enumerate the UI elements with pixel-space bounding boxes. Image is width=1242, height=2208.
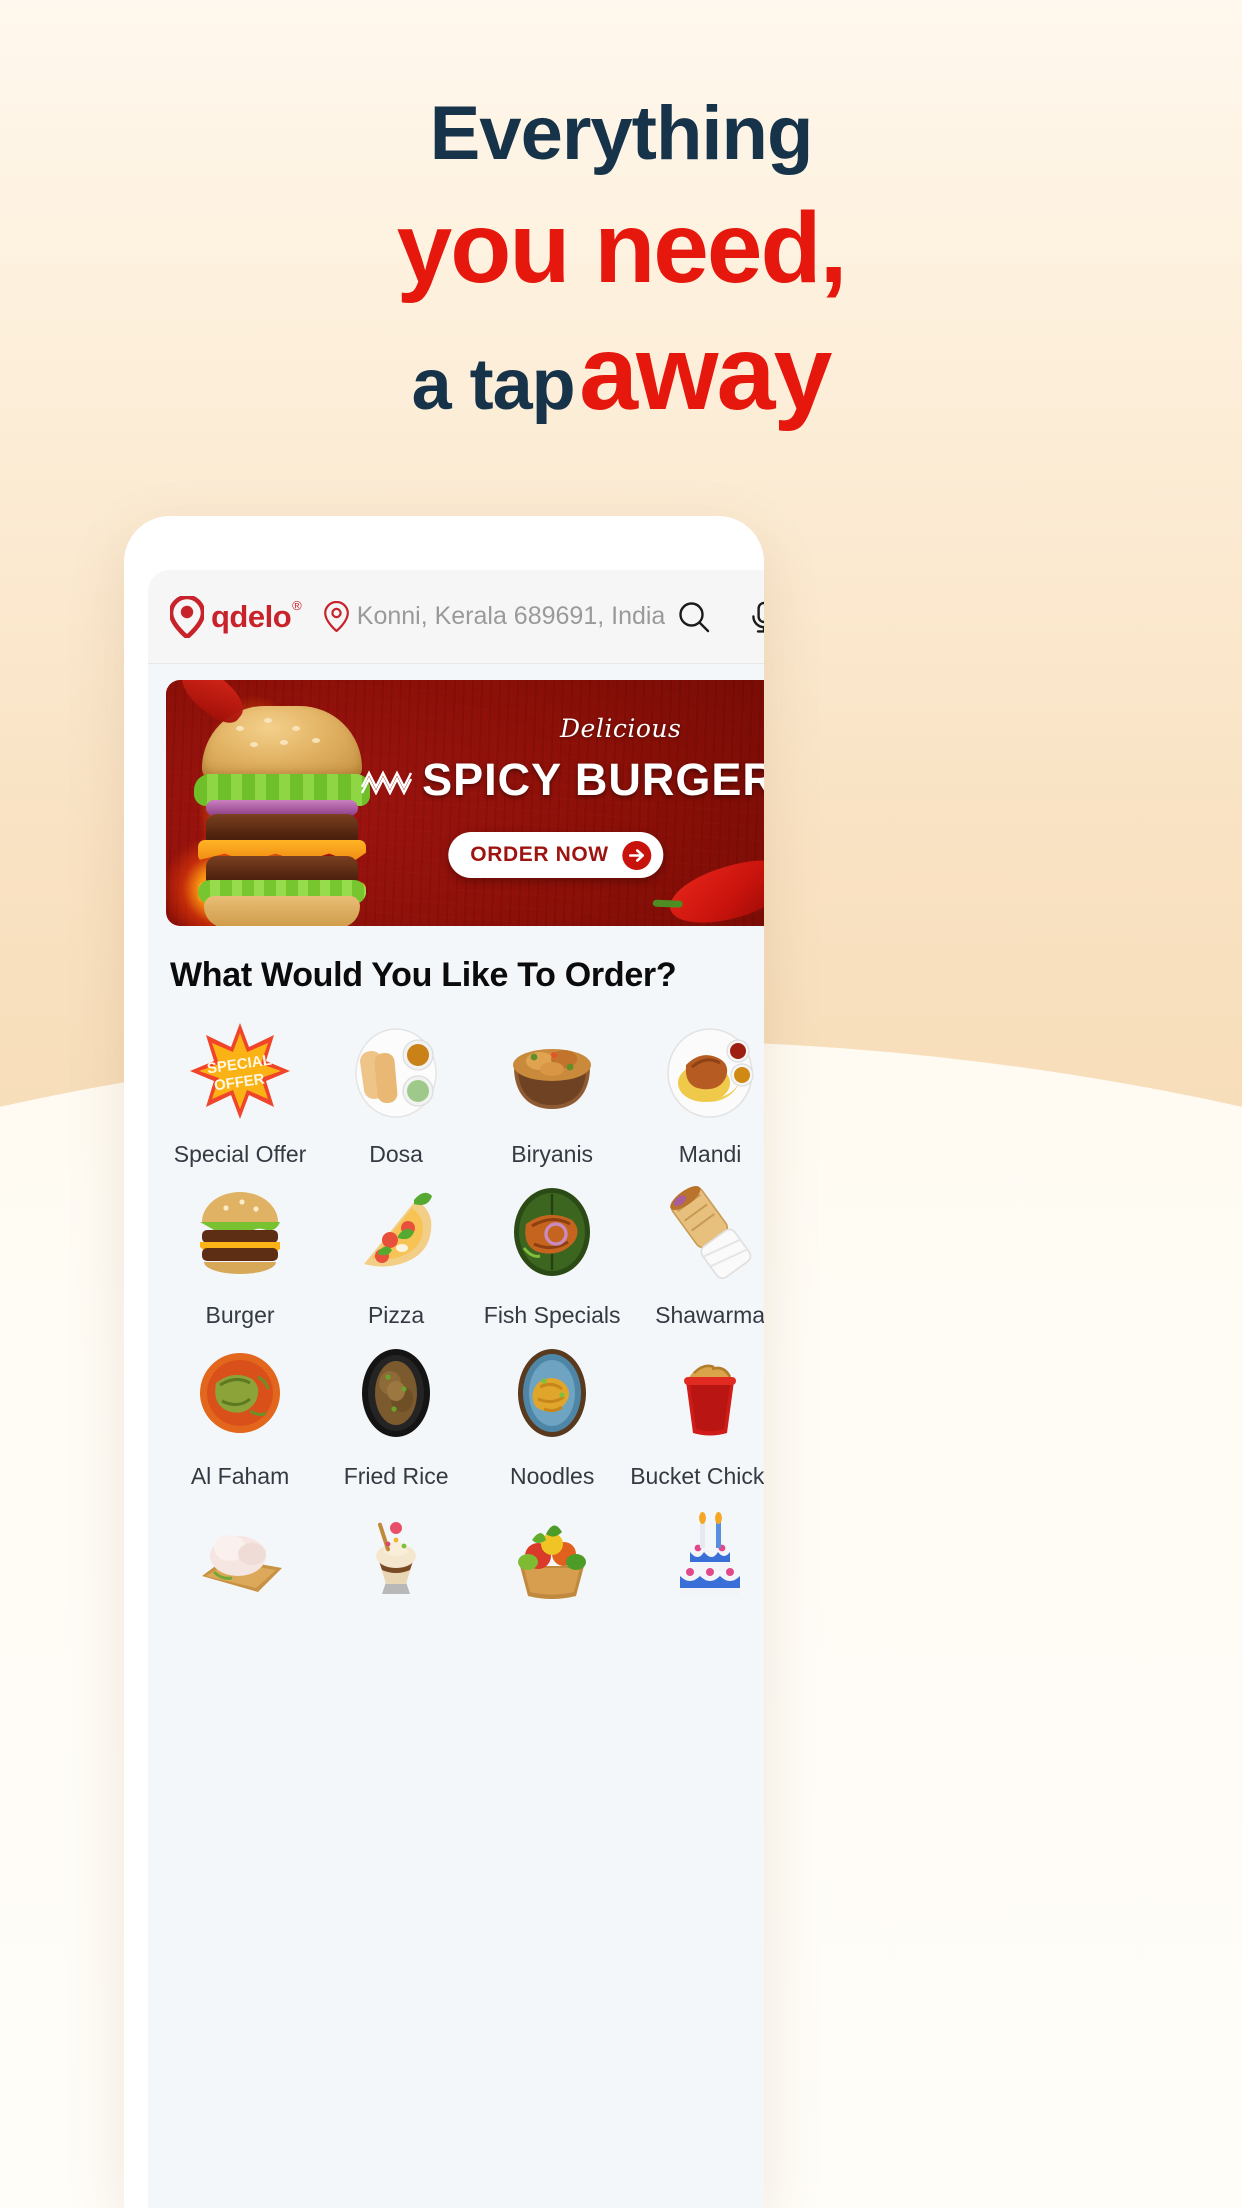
brand-logo[interactable]: qdelo ®	[170, 595, 302, 638]
headline-line-2: you need,	[396, 192, 848, 304]
al-faham-plate-icon	[186, 1339, 294, 1447]
category-item-14[interactable]	[318, 1500, 474, 1624]
microphone-icon[interactable]	[746, 599, 764, 635]
category-item-pizza[interactable]: Pizza	[318, 1178, 474, 1329]
banner-eyebrow: Delicious	[560, 714, 682, 743]
location-selector[interactable]: Konni, Kerala 689691, India	[323, 601, 666, 632]
category-item-dosa[interactable]: Dosa	[318, 1017, 474, 1168]
category-item-fried-rice[interactable]: Fried Rice	[318, 1339, 474, 1490]
category-item-special-offer[interactable]: SPECIAL OFFER Special Offer	[162, 1017, 318, 1168]
headline-line-1: Everything	[429, 91, 814, 176]
category-label: Fish Specials	[483, 1302, 621, 1328]
phone-mockup: qdelo ® Konni, Kerala 689691, India Deli…	[124, 516, 764, 2208]
arrow-right-circle-icon	[622, 840, 652, 870]
category-item-13[interactable]	[162, 1500, 318, 1624]
pizza-slice-icon	[342, 1178, 450, 1286]
category-label: Al Faham	[190, 1463, 290, 1489]
banner-title-row: SPICY BURGER	[361, 754, 764, 806]
category-item-shawarma[interactable]: Shawarma	[630, 1178, 764, 1329]
category-label: Noodles	[509, 1463, 595, 1489]
burger-bun-bottom	[204, 896, 360, 926]
order-now-label: ORDER NOW	[470, 843, 609, 866]
category-item-15[interactable]	[474, 1500, 630, 1624]
dosa-plate-icon	[342, 1017, 450, 1125]
category-item-biryanis[interactable]: Biryanis	[474, 1017, 630, 1168]
hero-headline: Everything you need, a tap away	[0, 91, 1242, 427]
category-label: Burger	[205, 1302, 275, 1328]
biryani-bowl-icon	[498, 1017, 606, 1125]
category-label: Special Offer	[173, 1141, 307, 1167]
order-now-button[interactable]: ORDER NOW	[448, 832, 664, 878]
app-screen: qdelo ® Konni, Kerala 689691, India Deli…	[148, 570, 764, 2208]
category-label: Pizza	[367, 1302, 425, 1328]
section-title: What Would You Like To Order?	[170, 956, 677, 994]
chili-stem	[652, 899, 683, 908]
chicken-bucket-icon	[656, 1339, 764, 1447]
brand-trademark: ®	[292, 597, 302, 613]
location-text: Konni, Kerala 689691, India	[356, 602, 666, 630]
headline-line-3-dark: a tap	[411, 345, 576, 425]
header-actions	[676, 599, 764, 635]
headline-line-3-red: away	[579, 314, 832, 432]
noodles-bowl-icon	[498, 1339, 606, 1447]
burger-illustration	[194, 690, 370, 926]
app-header-bar: qdelo ® Konni, Kerala 689691, India	[148, 570, 764, 664]
brand-name: qdelo	[211, 598, 292, 634]
birthday-cake-icon	[656, 1500, 764, 1608]
search-icon[interactable]	[676, 599, 712, 635]
brand-wordmark: qdelo ®	[211, 596, 302, 638]
category-item-bucket-chicken[interactable]: Bucket Chicken	[630, 1339, 764, 1490]
vegetables-basket-icon	[498, 1500, 606, 1608]
category-item-16[interactable]	[630, 1500, 764, 1624]
category-item-mandi[interactable]: Mandi	[630, 1017, 764, 1168]
promo-banner-container: Delicious SPICY BURGER ORDER NOW	[148, 664, 764, 926]
location-pin-icon	[170, 595, 204, 638]
banner-title: SPICY BURGER	[422, 754, 764, 805]
mandi-platter-icon	[656, 1017, 764, 1125]
category-label: Fried Rice	[343, 1463, 449, 1489]
ice-cream-sundae-icon	[342, 1500, 450, 1608]
category-item-al-faham[interactable]: Al Faham	[162, 1339, 318, 1490]
category-label: Mandi	[678, 1141, 742, 1167]
category-item-fish-specials[interactable]: Fish Specials	[474, 1178, 630, 1329]
fish-leaf-icon	[498, 1178, 606, 1286]
category-item-burger[interactable]: Burger	[162, 1178, 318, 1329]
map-marker-icon	[323, 601, 349, 632]
category-label: Bucket Chicken	[630, 1463, 764, 1489]
headline-line-3: a tap away	[0, 320, 1242, 426]
category-grid: SPECIAL OFFER Special Offer Dosa Biryani…	[148, 995, 764, 1624]
promo-banner[interactable]: Delicious SPICY BURGER ORDER NOW	[166, 680, 764, 926]
category-item-noodles[interactable]: Noodles	[474, 1339, 630, 1490]
category-label: Shawarma	[655, 1302, 764, 1328]
raw-chicken-board-icon	[186, 1500, 294, 1608]
category-label: Dosa	[369, 1141, 423, 1167]
special-offer-burst-icon: SPECIAL OFFER	[186, 1017, 294, 1125]
fried-rice-bowl-icon	[342, 1339, 450, 1447]
burger-icon	[186, 1178, 294, 1286]
shawarma-wrap-icon	[656, 1178, 764, 1286]
zigzag-icon	[361, 770, 413, 795]
category-label: Biryanis	[511, 1141, 594, 1167]
